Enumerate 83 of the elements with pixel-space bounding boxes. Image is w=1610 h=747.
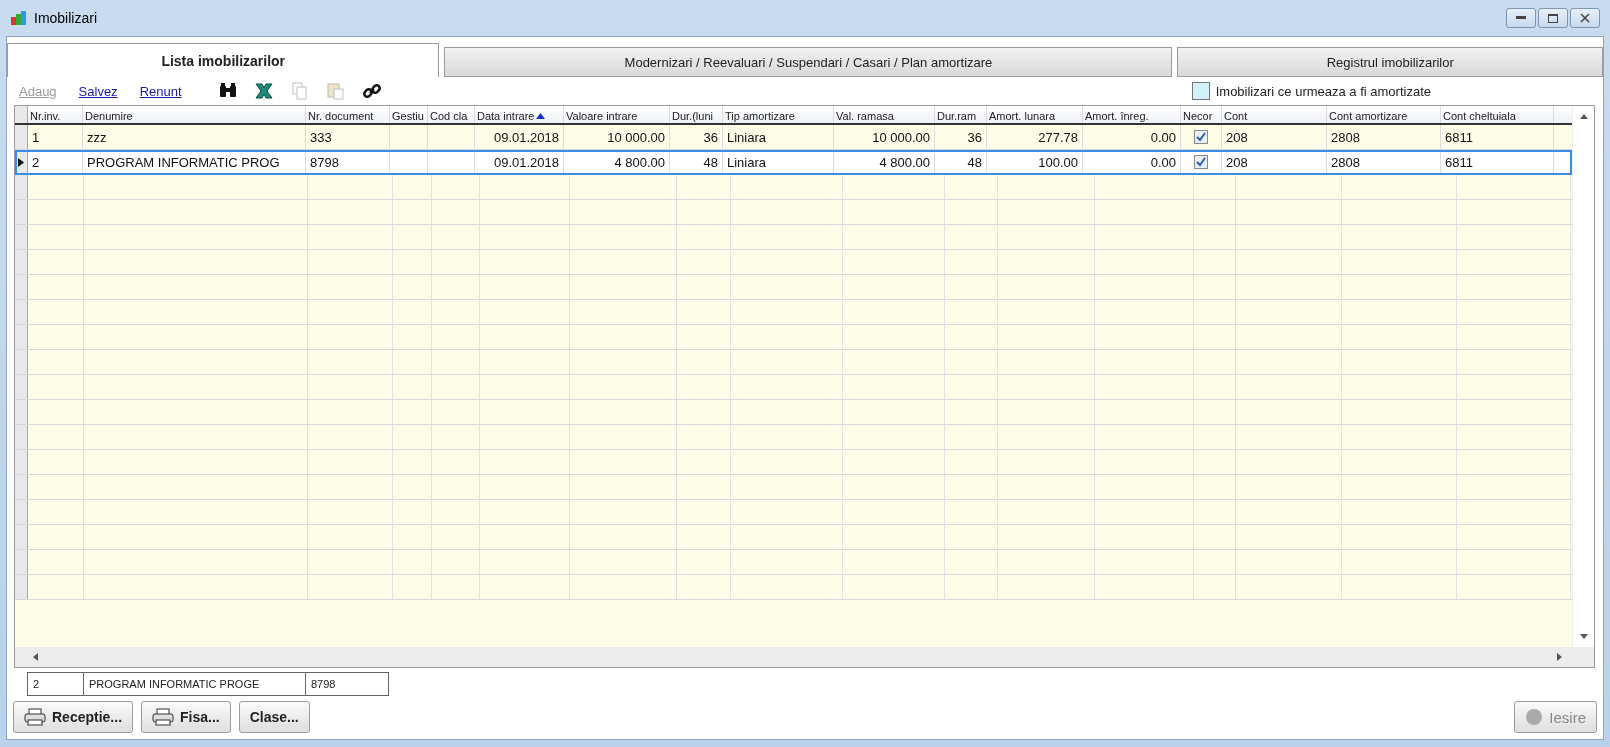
column-header[interactable]: Data intrare (475, 106, 564, 123)
scroll-left-icon[interactable] (33, 653, 38, 661)
tab[interactable]: Modernizari / Reevaluari / Suspendari / Casari / Plan amortizare (444, 47, 1173, 77)
table-cell: 48 (935, 150, 987, 174)
column-header[interactable]: Gestiu (390, 106, 428, 123)
checkbox[interactable] (1194, 130, 1208, 144)
action-button[interactable]: Receptie... (13, 701, 134, 733)
column-header[interactable]: Val. ramasa (834, 106, 935, 123)
row-header[interactable] (15, 150, 28, 174)
column-header[interactable]: Amort. înreg. (1083, 106, 1181, 123)
column-header[interactable]: Necor (1181, 106, 1222, 123)
tab[interactable]: Registrul imobilizarilor (1177, 47, 1603, 77)
table-cell: Liniara (723, 125, 834, 149)
scroll-right-icon[interactable] (1557, 653, 1562, 661)
printer-icon (24, 708, 46, 726)
column-header[interactable]: Amort. lunara (987, 106, 1083, 123)
summary-field: 8798 (305, 672, 389, 696)
column-header[interactable]: Nr. document (306, 106, 390, 123)
table-cell: 0.00 (1083, 125, 1181, 149)
table-cell: 2808 (1327, 150, 1441, 174)
table-cell: 10 000.00 (834, 125, 935, 149)
table-cell: 09.01.2018 (475, 125, 564, 149)
table-cell: 0.00 (1083, 150, 1181, 174)
table-cell: zzz (83, 125, 306, 149)
column-header[interactable]: Cont amortizare (1327, 106, 1441, 123)
action-button[interactable]: Clase... (238, 701, 310, 733)
summary-field: 2 (27, 672, 84, 696)
column-header[interactable]: Cod cla (428, 106, 475, 123)
table-cell: 208 (1222, 150, 1327, 174)
table-cell: 2808 (1327, 125, 1441, 149)
table-cell: 36 (935, 125, 987, 149)
column-header[interactable]: Denumire (83, 106, 306, 123)
table-cell: 277.78 (987, 125, 1083, 149)
table-cell: 36 (670, 125, 723, 149)
table-cell: 2 (28, 150, 83, 174)
column-header[interactable]: Nr.inv. (28, 106, 83, 123)
app-icon (10, 10, 28, 26)
column-header[interactable]: Cont (1222, 106, 1327, 123)
table-cell: PROGRAM INFORMATIC PROG (83, 150, 306, 174)
printer-icon (152, 708, 175, 726)
legend-label: Imobilizari ce urmeaza a fi amortizate (1215, 83, 1431, 99)
column-header[interactable]: Tip amortizare (723, 106, 834, 123)
maximize-button[interactable] (1538, 8, 1568, 28)
table-cell: 10 000.00 (564, 125, 670, 149)
table-row[interactable]: 2 PROGRAM INFORMATIC PROG 8798 09.01.2018 4 800.00 48 Liniara 4 800.00 48 100.00 0.00 208 2808 6811 (15, 150, 1572, 175)
stop-icon (1525, 708, 1544, 726)
legend-swatch (1191, 82, 1210, 100)
close-button[interactable] (1570, 8, 1600, 28)
chain-link-icon[interactable] (361, 81, 382, 101)
maximize-icon (1548, 13, 1558, 23)
current-row-icon (18, 157, 24, 167)
row-header (15, 106, 28, 123)
sort-ascending-icon (536, 112, 546, 119)
table-cell: 208 (1222, 125, 1327, 149)
minimize-icon (1516, 16, 1526, 20)
spreadsheet-icon[interactable] (253, 81, 274, 101)
column-header[interactable]: Dur.(luni (670, 106, 723, 123)
table-cell: 1 (28, 125, 83, 149)
close-icon (1580, 13, 1590, 23)
table-cell: 48 (670, 150, 723, 174)
window-title: Imobilizari (34, 10, 97, 26)
summary-field: PROGRAM INFORMATIC PROGE (83, 672, 306, 696)
scroll-down-icon[interactable] (1579, 634, 1588, 639)
toolbar-link[interactable]: Salvez (78, 83, 118, 99)
table-cell: Liniara (723, 150, 834, 174)
action-button[interactable]: Fisa... (141, 701, 231, 733)
tab[interactable]: Lista imobilizarilor (7, 43, 440, 77)
table-cell: 100.00 (987, 150, 1083, 174)
minimize-button[interactable] (1506, 8, 1536, 28)
scroll-up-icon[interactable] (1579, 114, 1588, 119)
checkbox[interactable] (1194, 155, 1208, 169)
column-header[interactable]: Valoare intrare (564, 106, 670, 123)
table-cell: 6811 (1441, 125, 1554, 149)
table-cell: 09.01.2018 (475, 150, 564, 174)
table-cell: 8798 (306, 150, 390, 174)
column-header[interactable]: Dur.ram (935, 106, 987, 123)
table-cell: 333 (306, 125, 390, 149)
table-cell: 6811 (1441, 150, 1554, 174)
table-cell: 4 800.00 (834, 150, 935, 174)
table-row[interactable]: 1 zzz 333 09.01.2018 10 000.00 36 Liniara 10 000.00 36 277.78 0.00 208 2808 6811 (15, 125, 1572, 150)
column-header[interactable]: Cont cheltuiala (1441, 106, 1554, 123)
table-cell: 4 800.00 (564, 150, 670, 174)
toolbar-link[interactable]: Renunt (139, 83, 182, 99)
